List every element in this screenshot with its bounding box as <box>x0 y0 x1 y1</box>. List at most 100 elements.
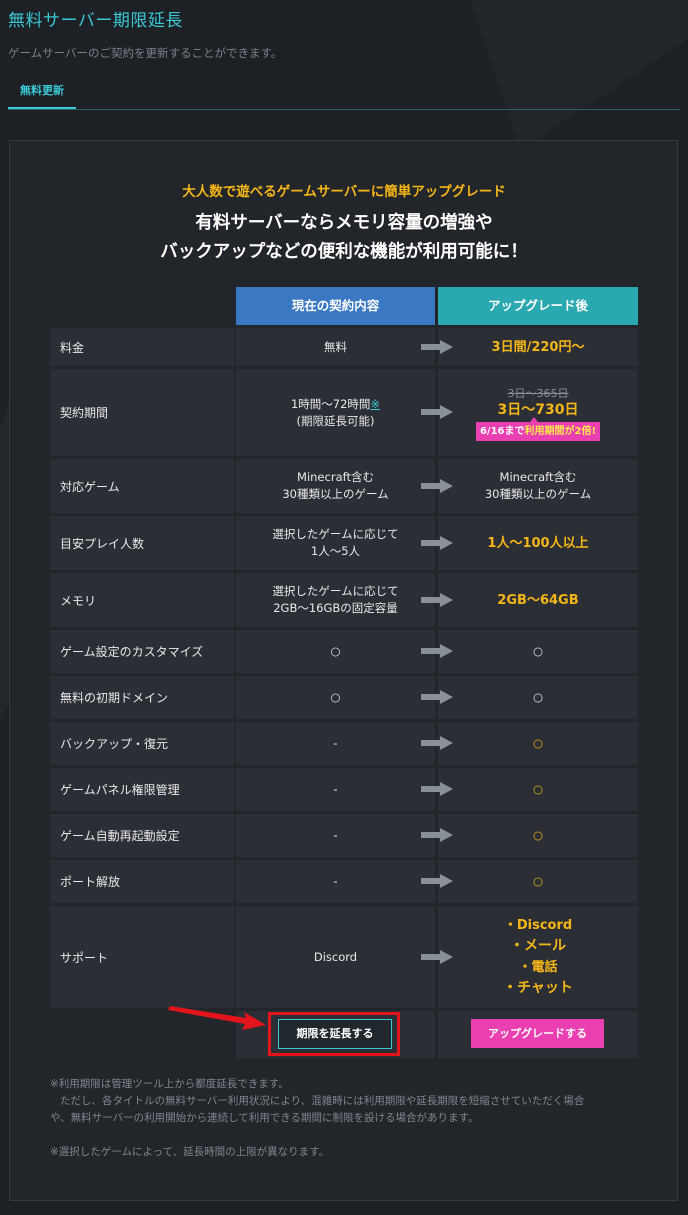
list-item: ・電話 <box>518 960 558 975</box>
current-line-2: 30種類以上のゲーム <box>282 487 389 501</box>
notes: ※利用期限は管理ツール上から都度延長できます。 ただし、各タイトルの無料サーバー… <box>50 1076 630 1161</box>
arrow-right-icon <box>421 536 453 550</box>
table-row-port-open: ポート解放 - ○ <box>50 860 638 903</box>
current-value: - <box>236 768 435 811</box>
upgrade-text: 1人〜100人以上 <box>487 535 589 551</box>
column-header-current: 現在の契約内容 <box>236 287 435 325</box>
upgrade-text: ○ <box>532 736 544 750</box>
current-text: - <box>333 828 338 842</box>
upgrade-text: 3日間/220円〜 <box>491 339 585 355</box>
table-row-free-domain: 無料の初期ドメイン ○ ○ <box>50 676 638 719</box>
column-header-upgrade: アップグレード後 <box>438 287 638 325</box>
page-description: ゲームサーバーのご契約を更新することができます。 <box>8 46 283 60</box>
upgrade-text: ○ <box>532 828 544 842</box>
upgrade-line-2: 30種類以上のゲーム <box>484 487 592 501</box>
current-value: - <box>236 814 435 857</box>
note-line: ※選択したゲームによって、延長時間の上限が異なります。 <box>50 1146 330 1158</box>
note-link[interactable]: ※ <box>370 397 380 411</box>
badge-highlight: 利用期間が2倍! <box>524 425 597 437</box>
upgrade-value: ○ <box>438 768 638 811</box>
current-value: 選択したゲームに応じて 1人〜5人 <box>236 516 435 570</box>
table-row-backup: バックアップ・復元 - ○ <box>50 722 638 765</box>
table-row-support: サポート Discord ・Discord ・メール ・電話 ・チャット <box>50 906 638 1008</box>
current-text: - <box>333 874 338 888</box>
note-line: ※利用期限は管理ツール上から都度延長できます。 <box>50 1078 289 1090</box>
current-value: ○ <box>236 630 435 673</box>
table-row-supported-games: 対応ゲーム Minecraft含む 30種類以上のゲーム Minecraft含む 3… <box>50 459 638 513</box>
upgrade-value: 3日〜365日 3日〜730日 6/16まで利用期間が2倍! <box>438 369 638 456</box>
current-line-1: Minecraft含む <box>297 470 374 484</box>
current-value: 無料 <box>236 328 435 366</box>
table-row-contract-period: 契約期間 1時間〜72時間※ (期限延長可能) 3日〜365日 3日〜730日 … <box>50 369 638 456</box>
row-label: 目安プレイ人数 <box>50 516 234 570</box>
upgrade-line-1: Minecraft含む <box>499 470 577 484</box>
current-line-2: (期限延長可能) <box>296 413 375 428</box>
current-value: ○ <box>236 676 435 719</box>
badge-date: 6/16まで <box>479 425 525 437</box>
upgrade-support-list: ・Discord ・メール ・電話 ・チャット <box>438 906 638 1008</box>
arrow-right-icon <box>421 950 453 964</box>
upgrade-button[interactable]: アップグレードする <box>471 1019 604 1048</box>
upgrade-value: ○ <box>438 676 638 719</box>
old-period: 3日〜365日 <box>507 386 569 400</box>
note-line: や、無料サーバーの利用開始から連続して利用できる期間に制限を設ける場合があります… <box>50 1112 479 1124</box>
note-line: ただし、各タイトルの無料サーバー利用状況により、混雑時には利用期限や延長期限を短… <box>60 1095 585 1107</box>
arrow-right-icon <box>421 405 453 419</box>
row-label: バックアップ・復元 <box>50 722 234 765</box>
table-row-auto-restart: ゲーム自動再起動設定 - ○ <box>50 814 638 857</box>
row-label: 契約期間 <box>50 369 234 456</box>
upgrade-text: 2GB〜64GB <box>497 592 579 608</box>
table-row-game-settings: ゲーム設定のカスタマイズ ○ ○ <box>50 630 638 673</box>
row-label: ゲームパネル権限管理 <box>50 768 234 811</box>
current-text: 1時間〜72時間 <box>290 396 371 411</box>
upgrade-text: ○ <box>532 644 544 658</box>
page-title: 無料サーバー期限延長 <box>8 11 183 31</box>
row-label: ゲーム設定のカスタマイズ <box>50 630 234 673</box>
upgrade-value: 3日間/220円〜 <box>438 328 638 366</box>
row-label: メモリ <box>50 573 234 627</box>
arrow-right-icon <box>421 479 453 493</box>
current-line-1: 選択したゲームに応じて <box>272 584 399 598</box>
upgrade-value: 2GB〜64GB <box>438 573 638 627</box>
arrow-right-icon <box>421 690 453 704</box>
promo-tagline: 大人数で遊べるゲームサーバーに簡単アップグレード <box>182 184 506 200</box>
upgrade-value: 1人〜100人以上 <box>438 516 638 570</box>
upgrade-text: ○ <box>532 874 544 888</box>
upgrade-value: ○ <box>438 630 638 673</box>
current-text: - <box>333 782 338 796</box>
arrow-right-icon <box>421 644 453 658</box>
arrow-right-icon <box>421 874 453 888</box>
current-text: - <box>333 736 338 750</box>
upgrade-value: ○ <box>438 860 638 903</box>
current-value: 選択したゲームに応じて 2GB〜16GBの固定容量 <box>236 573 435 627</box>
current-text: 無料 <box>324 339 347 354</box>
arrow-right-icon <box>421 593 453 607</box>
list-item: ・メール <box>510 938 566 954</box>
highlight-frame <box>268 1012 400 1056</box>
current-text: Discord <box>313 949 358 964</box>
table-row-price: 料金 無料 3日間/220円〜 <box>50 328 638 366</box>
upgrade-value: ○ <box>438 814 638 857</box>
tab-free-renewal[interactable]: 無料更新 <box>8 78 76 109</box>
row-label: サポート <box>50 906 234 1008</box>
table-row-memory: メモリ 選択したゲームに応じて 2GB〜16GBの固定容量 2GB〜64GB <box>50 573 638 627</box>
promo-headline-2: バックアップなどの便利な機能が利用可能に！ <box>160 242 528 262</box>
row-label: 料金 <box>50 328 234 366</box>
new-period: 3日〜730日 <box>497 401 579 418</box>
upgrade-text: ○ <box>532 690 544 704</box>
table-row-player-count: 目安プレイ人数 選択したゲームに応じて 1人〜5人 1人〜100人以上 <box>50 516 638 570</box>
arrow-right-icon <box>421 782 453 796</box>
current-value: - <box>236 722 435 765</box>
current-text: ○ <box>330 644 341 658</box>
current-value: Discord <box>236 906 435 1008</box>
current-line-1: 選択したゲームに応じて <box>272 527 399 541</box>
arrow-right-icon <box>421 340 453 354</box>
current-value: Minecraft含む 30種類以上のゲーム <box>236 459 435 513</box>
current-line-2: 1人〜5人 <box>310 544 361 558</box>
arrow-right-icon <box>421 736 453 750</box>
table-row-permissions: ゲームパネル権限管理 - ○ <box>50 768 638 811</box>
promo-headline-1: 有料サーバーならメモリ容量の増強や <box>195 213 493 233</box>
row-label: 対応ゲーム <box>50 459 234 513</box>
row-label: ゲーム自動再起動設定 <box>50 814 234 857</box>
upgrade-text: ○ <box>532 782 544 796</box>
